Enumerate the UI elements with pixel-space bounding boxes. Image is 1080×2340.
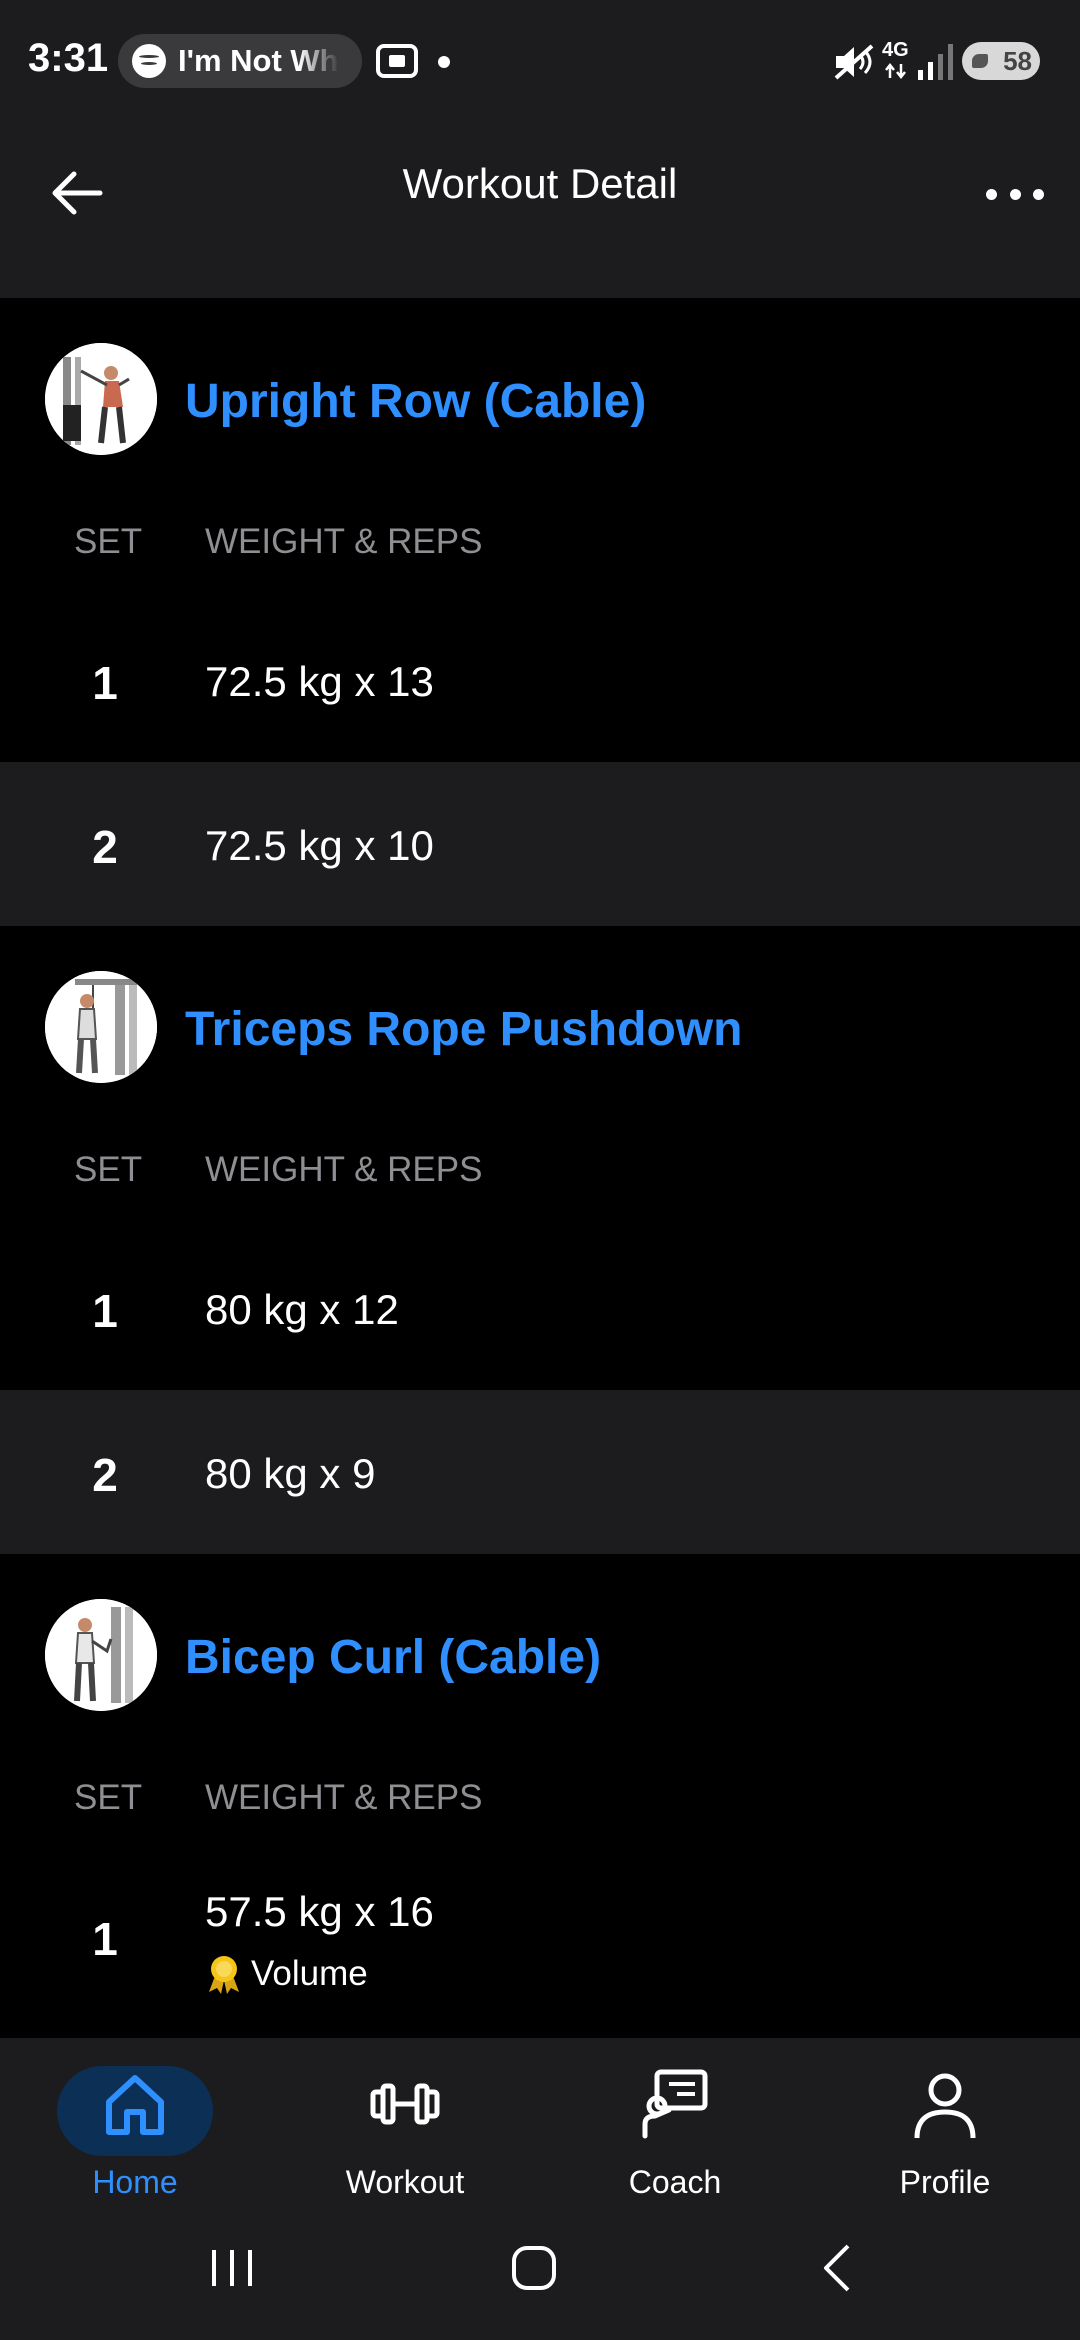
set-number: 2 [92,1449,118,1501]
notification-dot [438,56,450,68]
home-icon [106,2075,164,2135]
exercise-thumbnail-bicep-curl[interactable] [45,1599,157,1711]
bottom-navigation: Home Workout Coach Profile [0,2038,1080,2200]
nav-profile[interactable]: Profile [845,2052,1045,2200]
set-weight-reps: 80 kg x 9 [205,1450,376,1497]
media-playing-pill[interactable]: I'm Not Wh [118,34,362,88]
personal-record-badge: Volume [205,1954,368,1994]
set-weight-reps: 72.5 kg x 13 [205,658,434,705]
dumbbell-icon [370,2083,440,2125]
data-arrows-icon [885,62,906,80]
page-title: Workout Detail [402,160,678,207]
network-type-label: 4G [882,39,909,61]
mute-icon [834,44,874,80]
set-weight-reps: 72.5 kg x 10 [205,822,434,869]
set-number: 2 [92,821,118,873]
more-dot-icon [986,188,997,200]
nav-label: Workout [345,2164,465,2200]
battery-level: 58 [1003,45,1032,76]
media-track-text: I'm Not Wh [178,43,339,78]
set-row: 1 72.5 kg x 13 [0,598,1080,762]
nav-coach[interactable]: Coach [575,2052,775,2200]
more-options-button[interactable] [980,164,1050,224]
home-system-icon[interactable] [504,2238,564,2298]
more-dot-icon [1033,188,1044,200]
nav-home[interactable]: Home [35,2052,235,2200]
exercise-name[interactable]: Triceps Rope Pushdown [185,1002,742,1057]
more-dot-icon [1009,188,1021,200]
exercise-name[interactable]: Upright Row (Cable) [185,374,646,429]
exercise-header[interactable]: Triceps Rope Pushdown [0,926,1080,1126]
status-bar: 3:31 I'm Not Wh 4G 58 [0,0,1080,120]
nav-label: Profile [899,2164,991,2200]
weight-reps-column-label: WEIGHT & REPS [205,522,483,561]
exercise-card: Upright Row (Cable) SET WEIGHT & REPS 1 … [0,298,1080,926]
workout-detail-list[interactable]: Upright Row (Cable) SET WEIGHT & REPS 1 … [0,298,1080,2038]
set-row: 2 80 kg x 9 [0,1390,1080,1554]
exercise-card: Triceps Rope Pushdown SET WEIGHT & REPS … [0,926,1080,1554]
spotify-icon [132,44,166,78]
set-row: 1 80 kg x 12 [0,1226,1080,1390]
set-weight-reps: 80 kg x 12 [205,1286,399,1333]
exercise-thumbnail-upright-row[interactable] [45,343,157,455]
system-back-icon[interactable] [808,2238,868,2298]
recent-apps-icon[interactable] [202,2238,262,2298]
set-column-label: SET [74,1150,143,1189]
screen-capture-icon [376,44,418,78]
set-column-label: SET [74,522,143,561]
set-number: 1 [92,1285,118,1337]
nav-workout[interactable]: Workout [305,2052,505,2200]
exercise-card: Bicep Curl (Cable) SET WEIGHT & REPS 1 5… [0,1554,1080,2018]
coach-icon [642,2069,708,2139]
exercise-header[interactable]: Bicep Curl (Cable) [0,1554,1080,1754]
exercise-name[interactable]: Bicep Curl (Cable) [185,1630,601,1685]
set-row: 1 57.5 kg x 16 Volume [0,1854,1080,2018]
nav-label: Home [92,2164,178,2200]
status-time: 3:31 [28,36,109,80]
battery-indicator: 58 [962,42,1040,80]
system-navigation-bar [0,2198,1080,2340]
exercise-thumbnail-triceps-pushdown[interactable] [45,971,157,1083]
set-column-label: SET [74,1778,143,1817]
app-header: Workout Detail [0,120,1080,298]
weight-reps-column-label: WEIGHT & REPS [205,1778,483,1817]
set-row: 2 72.5 kg x 10 [0,762,1080,926]
nav-label: Coach [628,2164,722,2200]
signal-icon [918,44,953,80]
weight-reps-column-label: WEIGHT & REPS [205,1150,483,1189]
sets-column-header: SET WEIGHT & REPS [0,1126,1080,1226]
set-number: 1 [92,657,118,709]
medal-icon [209,1956,239,1994]
sets-column-header: SET WEIGHT & REPS [0,1754,1080,1854]
set-number: 1 [92,1913,118,1965]
sets-column-header: SET WEIGHT & REPS [0,498,1080,598]
set-weight-reps: 57.5 kg x 16 [205,1888,434,1935]
exercise-header[interactable]: Upright Row (Cable) [0,298,1080,498]
person-icon [914,2073,976,2139]
badge-label: Volume [251,1954,368,1993]
